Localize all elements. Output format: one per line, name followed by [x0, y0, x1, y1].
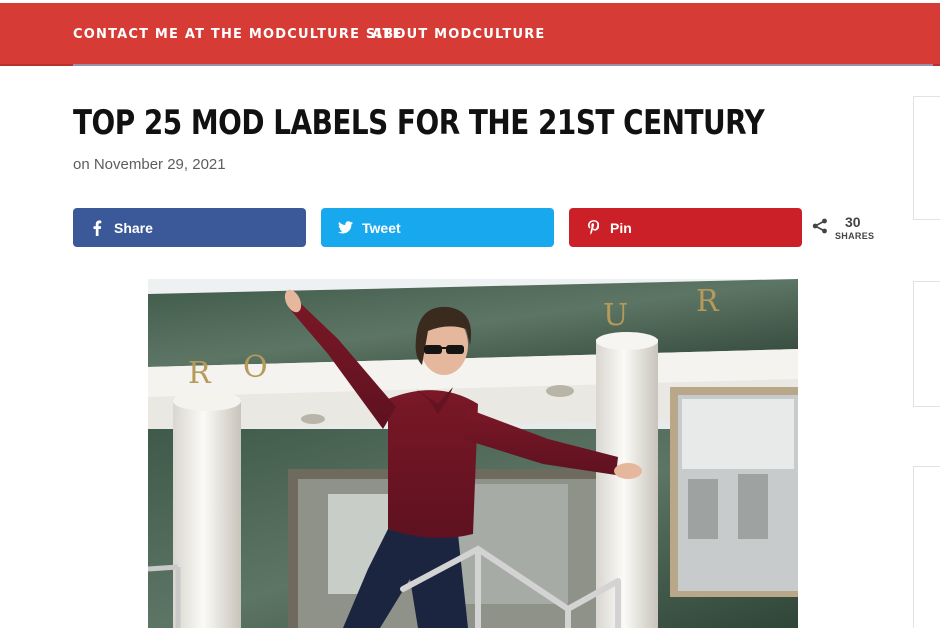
- share-count-label: SHARES: [835, 231, 875, 241]
- twitter-icon: [335, 208, 355, 247]
- facebook-share-button[interactable]: Share: [73, 208, 306, 247]
- sign-letter: R: [696, 284, 720, 319]
- twitter-share-label: Tweet: [362, 220, 401, 236]
- twitter-share-button[interactable]: Tweet: [321, 208, 554, 247]
- share-count-number: 30: [845, 214, 861, 230]
- facebook-icon: [87, 208, 107, 247]
- sidebar-widget: [913, 96, 940, 220]
- nav-link-about[interactable]: ABOUT MODCULTURE: [372, 27, 546, 42]
- sign-letter: O: [243, 350, 268, 385]
- sign-letter: R: [188, 356, 212, 391]
- facebook-share-label: Share: [114, 220, 153, 236]
- nav-link-contact[interactable]: CONTACT ME AT THE MODCULTURE SITE: [73, 27, 403, 42]
- nav-divider: [73, 64, 933, 66]
- article-date: on November 29, 2021: [73, 156, 226, 173]
- top-navigation: CONTACT ME AT THE MODCULTURE SITE ABOUT …: [0, 0, 940, 66]
- featured-image: R O U R: [148, 279, 798, 628]
- pinterest-icon: [583, 208, 603, 247]
- article-title: TOP 25 MOD LABELS FOR THE 21ST CENTURY: [73, 104, 765, 143]
- sidebar-widget: [913, 281, 940, 407]
- sidebar-widget: [913, 466, 940, 628]
- share-icon: [812, 218, 828, 239]
- pinterest-share-label: Pin: [610, 220, 632, 236]
- share-count: 30 SHARES: [812, 212, 882, 246]
- pinterest-share-button[interactable]: Pin: [569, 208, 802, 247]
- sign-letter: U: [603, 298, 628, 333]
